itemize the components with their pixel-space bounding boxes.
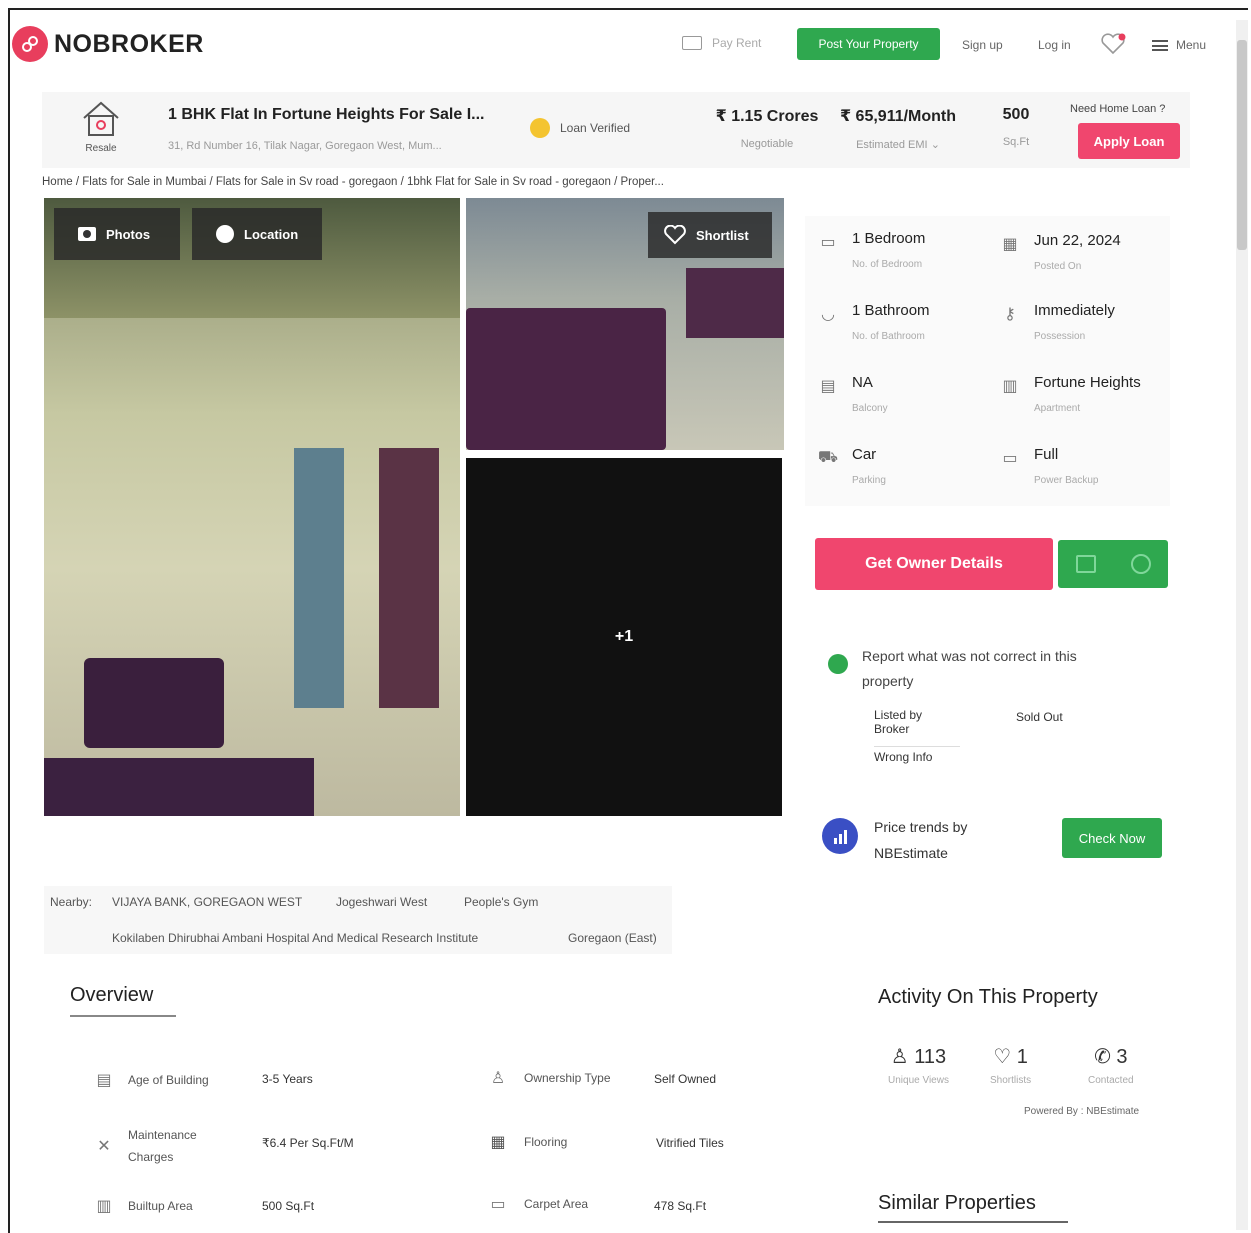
tools-icon: ✕ <box>97 1138 111 1155</box>
heart-outline-icon <box>664 225 686 245</box>
emi-block: ₹ 65,911/Month Estimated EMI ⌄ <box>839 108 957 151</box>
overview-value: 478 Sq.Ft <box>654 1199 707 1213</box>
bath-icon: ◡ <box>821 306 835 323</box>
compass-icon <box>216 225 234 243</box>
more-photos-tile[interactable]: +1 <box>466 458 782 816</box>
bed-icon: ▭ <box>820 234 836 251</box>
photos-button[interactable]: Photos <box>54 208 180 260</box>
camera-icon <box>78 227 96 241</box>
overview-value: Self Owned <box>654 1072 717 1086</box>
sign-up-link[interactable]: Sign up <box>962 38 1003 52</box>
user-icon: ♙ <box>490 1070 506 1087</box>
scrollbar-thumb[interactable] <box>1237 40 1247 250</box>
chat-icon[interactable] <box>1130 554 1151 574</box>
menu-button[interactable]: Menu <box>1152 38 1206 52</box>
detail-bathroom: ◡ 1 Bathroom No. of Bathroom <box>816 302 930 342</box>
carpet-icon: ▭ <box>490 1196 506 1213</box>
report-option-broker[interactable]: Listed by Broker <box>874 708 960 747</box>
building-age-icon: ▤ <box>96 1072 112 1089</box>
phone-icon: ✆ <box>1094 1046 1111 1068</box>
car-icon: ⛟ <box>817 449 839 466</box>
overview-value: Vitrified Tiles <box>656 1136 724 1150</box>
verified-icon <box>530 118 550 138</box>
nearby-label: Nearby: <box>50 895 93 909</box>
calendar-icon: ▦ <box>1002 236 1018 253</box>
activity-contacted: ✆ 3 Contacted <box>1088 1046 1134 1086</box>
get-owner-details-button[interactable]: Get Owner Details <box>815 538 1053 590</box>
schedule-chat-group <box>1058 540 1168 588</box>
heart-icon[interactable] <box>1100 33 1126 60</box>
battery-icon: ▭ <box>1002 450 1018 467</box>
detail-possession: ⚷ Immediately Possession <box>998 302 1115 342</box>
activity-shortlists: ♡ 1 Shortlists <box>990 1046 1032 1086</box>
calendar-icon[interactable] <box>1075 555 1096 573</box>
overview-value: ₹6.4 Per Sq.Ft/M <box>262 1136 354 1150</box>
nearby-chip[interactable]: Kokilaben Dhirubhai Ambani Hospital And … <box>112 931 478 945</box>
detail-parking: ⛟ Car Parking <box>817 446 886 486</box>
apply-loan-button[interactable]: Apply Loan <box>1078 123 1180 159</box>
overview-item: ▭ Carpet Area <box>486 1192 588 1216</box>
overview-value: 3-5 Years <box>262 1072 313 1086</box>
overview-item: ✕ Maintenance Charges <box>92 1124 198 1168</box>
overview-item: ▤ Age of Building <box>92 1068 208 1092</box>
detail-bedroom: ▭ 1 Bedroom No. of Bedroom <box>816 230 925 270</box>
nearby-chip[interactable]: Jogeshwari West <box>336 895 427 909</box>
log-in-link[interactable]: Log in <box>1038 38 1071 52</box>
shortlist-button[interactable]: Shortlist <box>648 212 772 258</box>
location-button[interactable]: Location <box>192 208 322 260</box>
activity-views: ♙ 113 Unique Views <box>888 1046 949 1086</box>
hamburger-icon <box>1152 39 1168 51</box>
scrollbar-track[interactable] <box>1236 20 1248 1230</box>
detail-power-backup: ▭ Full Power Backup <box>998 446 1098 486</box>
builtup-icon: ▥ <box>96 1198 112 1215</box>
heart-icon: ♡ <box>993 1046 1012 1068</box>
overview-value: 500 Sq.Ft <box>262 1199 315 1213</box>
activity-title: Activity On This Property <box>878 986 1098 1008</box>
need-loan-label: Need Home Loan ? <box>1070 103 1166 115</box>
price-block: ₹ 1.15 Crores Negotiable <box>715 108 819 150</box>
balcony-icon: ▤ <box>820 378 836 395</box>
more-photos-count: +1 <box>614 628 634 645</box>
key-icon: ⚷ <box>1004 306 1016 323</box>
house-icon <box>83 101 119 136</box>
property-address: 31, Rd Number 16, Tilak Nagar, Goregaon … <box>168 140 442 152</box>
logo-text: NOBROKER <box>54 29 204 58</box>
nearby-chip[interactable]: Goregaon (East) <box>568 931 657 945</box>
user-icon: ♙ <box>890 1046 909 1068</box>
report-option-wrong-info[interactable]: Wrong Info <box>874 750 932 764</box>
grid-icon: ▦ <box>490 1134 506 1151</box>
logo[interactable]: NOBROKER <box>12 26 204 62</box>
card-icon <box>682 36 702 50</box>
building-icon: ▥ <box>1002 378 1018 395</box>
detail-posted-on: ▦ Jun 22, 2024 Posted On <box>998 232 1120 272</box>
overview-item: ▥ Builtup Area <box>92 1194 192 1218</box>
nearby-chip[interactable]: People's Gym <box>464 895 538 909</box>
similar-properties-title: Similar Properties <box>878 1192 1068 1223</box>
report-option-sold-out[interactable]: Sold Out <box>1016 710 1063 724</box>
main-photo[interactable] <box>44 198 460 816</box>
loan-verified-badge: Loan Verified <box>530 118 630 138</box>
overview-item: ▦ Flooring <box>486 1130 567 1154</box>
nearby-chip[interactable]: VIJAYA BANK, GOREGAON WEST <box>112 895 302 909</box>
detail-balcony: ▤ NA Balcony <box>816 374 887 414</box>
overview-item: ♙ Ownership Type <box>486 1066 611 1090</box>
property-title: 1 BHK Flat In Fortune Heights For Sale I… <box>168 106 485 123</box>
check-now-button[interactable]: Check Now <box>1062 818 1162 858</box>
resale-badge: Resale <box>78 98 124 154</box>
breadcrumb[interactable]: Home / Flats for Sale in Mumbai / Flats … <box>42 176 802 188</box>
detail-apartment: ▥ Fortune Heights Apartment <box>998 374 1140 414</box>
logo-icon <box>12 26 48 62</box>
powered-by: Powered By : NBEstimate <box>1024 1106 1140 1117</box>
chevron-down-icon: ⌄ <box>930 139 940 151</box>
report-icon <box>828 654 848 674</box>
area-block: 500 Sq.Ft <box>1002 106 1030 148</box>
price-trends-text: Price trends by NBEstimate <box>874 819 968 861</box>
chart-icon <box>822 818 858 854</box>
overview-title: Overview <box>70 984 176 1017</box>
report-text: Report what was not correct in this prop… <box>862 648 1077 689</box>
pay-rent-link[interactable]: Pay Rent <box>682 36 761 50</box>
post-property-button[interactable]: Post Your Property <box>797 28 940 60</box>
